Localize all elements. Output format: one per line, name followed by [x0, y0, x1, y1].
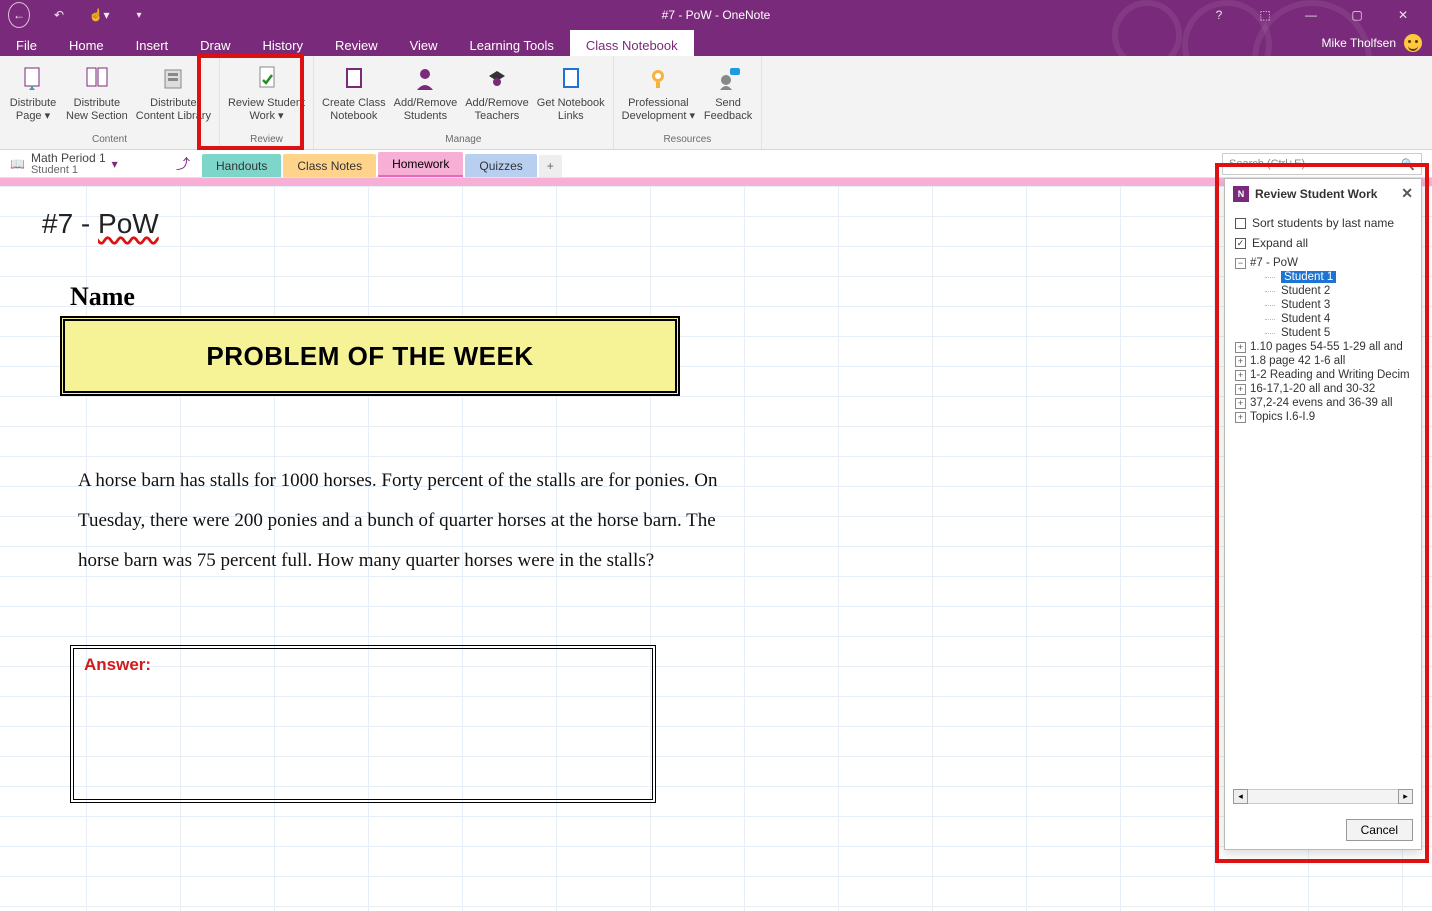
menu-tab-file[interactable]: File: [0, 30, 53, 56]
active-section-strip: [0, 178, 1432, 186]
qat-customize[interactable]: ▾: [128, 4, 150, 26]
cancel-button[interactable]: Cancel: [1346, 819, 1413, 841]
scroll-left-icon[interactable]: ◂: [1233, 789, 1248, 804]
menu-tab-history[interactable]: History: [247, 30, 319, 56]
expand-all-checkbox[interactable]: ✓Expand all: [1235, 236, 1411, 250]
search-input[interactable]: Search (Ctrl+E) 🔍: [1222, 153, 1422, 175]
ribbon-create-nb[interactable]: Create Class Notebook: [318, 58, 390, 123]
tree-student-5[interactable]: Student 5: [1265, 326, 1411, 340]
title-bar: ← ↶ ☝▾ ▾ #7 - PoW - OneNote ? ⬚ — ▢ ✕: [0, 0, 1432, 30]
create-nb-icon: [338, 62, 370, 94]
add-section-button[interactable]: +: [539, 155, 562, 177]
tree-student-1[interactable]: Student 1: [1265, 270, 1411, 284]
tree-expander-icon[interactable]: +: [1235, 384, 1246, 395]
tree-page-4[interactable]: +37,2-24 evens and 36-39 all: [1235, 396, 1411, 410]
notebook-name: Math Period 1: [31, 152, 106, 164]
tree-page-3[interactable]: +16-17,1-20 all and 30-32: [1235, 382, 1411, 396]
tree-expander-icon[interactable]: +: [1235, 370, 1246, 381]
menu-tab-class-notebook[interactable]: Class Notebook: [570, 30, 694, 56]
tree-page-2[interactable]: +1-2 Reading and Writing Decim: [1235, 368, 1411, 382]
add-stu-icon: [409, 62, 441, 94]
section-tab-quizzes[interactable]: Quizzes: [465, 154, 536, 177]
panel-title: Review Student Work: [1255, 187, 1377, 201]
panel-close-button[interactable]: ✕: [1401, 185, 1413, 202]
send-fb-icon: [712, 62, 744, 94]
ribbon-prof-dev[interactable]: Professional Development ▾: [618, 58, 699, 123]
tree-expander-icon[interactable]: −: [1235, 258, 1246, 269]
menu-tab-review[interactable]: Review: [319, 30, 394, 56]
tree-expander-icon[interactable]: +: [1235, 356, 1246, 367]
menu-tab-view[interactable]: View: [394, 30, 454, 56]
pin-icon[interactable]: ⤴: [170, 154, 196, 174]
review-work-icon: [251, 62, 283, 94]
notebook-icon: 📖: [10, 157, 25, 171]
section-tab-handouts[interactable]: Handouts: [202, 154, 281, 177]
notebook-picker[interactable]: 📖 Math Period 1 Student 1 ▾: [0, 150, 170, 177]
ribbon-dist-section[interactable]: Distribute New Section: [62, 58, 132, 123]
tree-student-4[interactable]: Student 4: [1265, 312, 1411, 326]
back-button[interactable]: ←: [8, 4, 30, 26]
ribbon-review-work[interactable]: Review Student Work ▾: [224, 58, 309, 123]
tree-expander-icon[interactable]: +: [1235, 412, 1246, 423]
tree-page-0[interactable]: +1.10 pages 54-55 1-29 all and: [1235, 340, 1411, 354]
chevron-down-icon: ▾: [112, 157, 118, 171]
notebook-student: Student 1: [31, 164, 106, 176]
tree-student-2[interactable]: Student 2: [1265, 284, 1411, 298]
ribbon-send-fb[interactable]: Send Feedback: [699, 58, 757, 123]
search-placeholder: Search (Ctrl+E): [1229, 158, 1401, 170]
tree-student-3[interactable]: Student 3: [1265, 298, 1411, 312]
answer-box[interactable]: Answer:: [70, 645, 656, 803]
menu-tab-home[interactable]: Home: [53, 30, 120, 56]
name-label: Name: [70, 282, 135, 312]
review-student-work-panel: N Review Student Work ✕ Sort students by…: [1224, 178, 1422, 850]
get-links-icon: [555, 62, 587, 94]
undo-button[interactable]: ↶: [48, 4, 70, 26]
problem-text[interactable]: A horse barn has stalls for 1000 horses.…: [78, 461, 728, 581]
dist-page-icon: [17, 62, 49, 94]
ribbon-dist-lib[interactable]: Distribute Content Library: [132, 58, 215, 123]
ribbon-get-links[interactable]: Get Notebook Links: [533, 58, 609, 123]
menu-tab-learning-tools[interactable]: Learning Tools: [454, 30, 570, 56]
touch-mode-button[interactable]: ☝▾: [88, 4, 110, 26]
page-canvas[interactable]: #7 - PoW Name PROBLEM OF THE WEEK A hors…: [0, 186, 1432, 911]
tree-expander-icon[interactable]: +: [1235, 342, 1246, 353]
menu-tab-draw[interactable]: Draw: [184, 30, 246, 56]
dist-section-icon: [81, 62, 113, 94]
section-tab-class-notes[interactable]: Class Notes: [283, 154, 376, 177]
search-icon: 🔍: [1401, 158, 1415, 171]
onenote-icon: N: [1233, 186, 1249, 202]
section-tab-homework[interactable]: Homework: [378, 152, 463, 177]
add-tch-icon: [481, 62, 513, 94]
ribbon-add-stu[interactable]: Add/Remove Students: [390, 58, 462, 123]
window-title: #7 - PoW - OneNote: [662, 8, 771, 22]
problem-heading-box: PROBLEM OF THE WEEK: [60, 316, 680, 396]
tree-page-expanded[interactable]: −#7 - PoW: [1235, 256, 1411, 270]
scroll-right-icon[interactable]: ▸: [1398, 789, 1413, 804]
prof-dev-icon: [642, 62, 674, 94]
dist-lib-icon: [157, 62, 189, 94]
answer-label: Answer:: [84, 655, 151, 674]
section-nav-bar: 📖 Math Period 1 Student 1 ▾ ⤴ HandoutsCl…: [0, 150, 1432, 178]
close-button[interactable]: ✕: [1386, 5, 1420, 25]
ribbon-dist-page[interactable]: Distribute Page ▾: [4, 58, 62, 123]
tree-page-1[interactable]: +1.8 page 42 1-6 all: [1235, 354, 1411, 368]
tree-expander-icon[interactable]: +: [1235, 398, 1246, 409]
sort-by-lastname-checkbox[interactable]: Sort students by last name: [1235, 216, 1411, 230]
tree-page-5[interactable]: +Topics I.6-I.9: [1235, 410, 1411, 424]
menu-tab-insert[interactable]: Insert: [120, 30, 185, 56]
page-title[interactable]: #7 - PoW: [42, 208, 159, 240]
panel-horizontal-scrollbar[interactable]: ◂ ▸: [1233, 789, 1413, 804]
ribbon-add-tch[interactable]: Add/Remove Teachers: [461, 58, 533, 123]
feedback-emoji-icon[interactable]: [1404, 34, 1422, 52]
